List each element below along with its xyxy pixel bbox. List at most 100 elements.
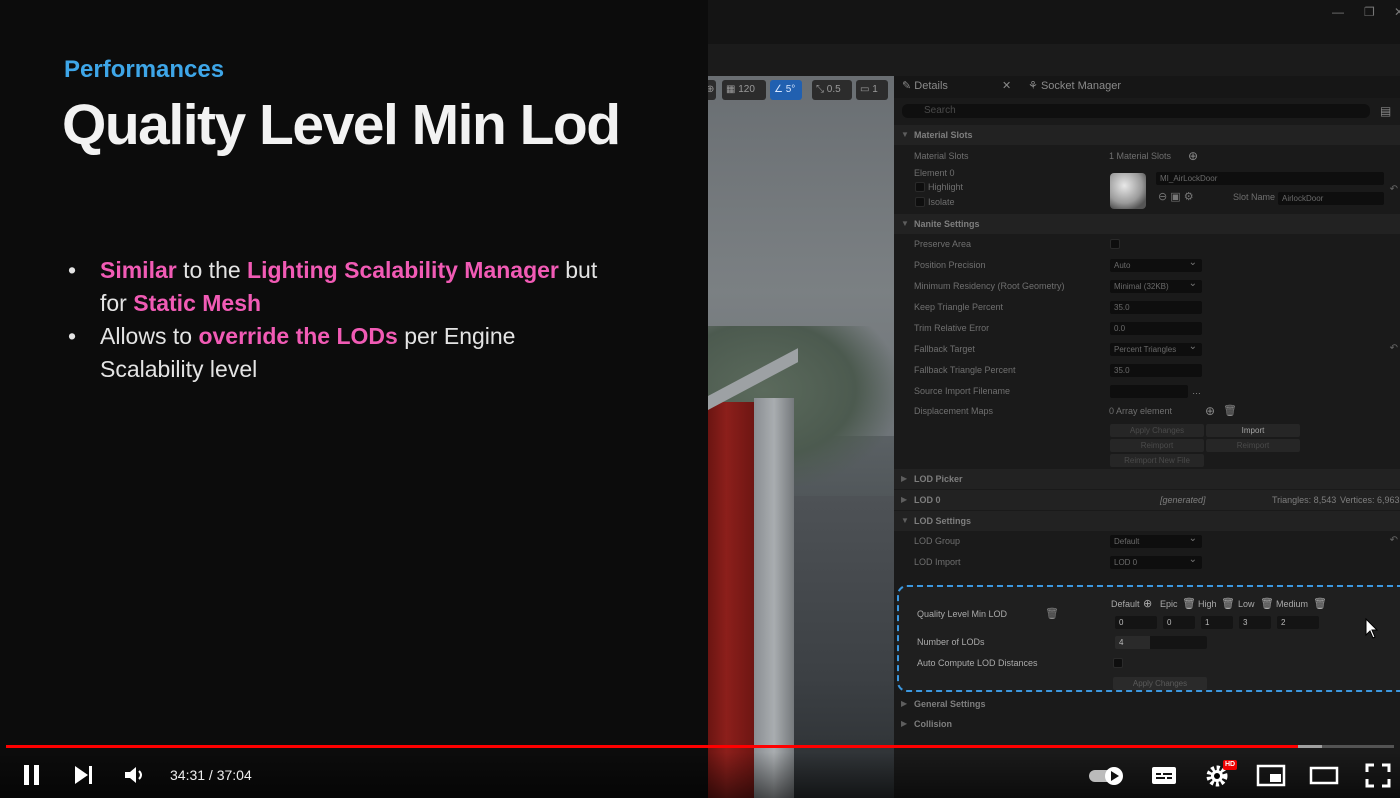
property-matrix-icon[interactable]: ▤ xyxy=(1380,104,1391,118)
quality-high-field[interactable]: 1 xyxy=(1201,616,1233,629)
trash-icon[interactable]: 🗑 xyxy=(1260,597,1274,610)
viewport-door-frame xyxy=(754,398,794,798)
material-actions: ⊖ ▣ ⚙ xyxy=(1158,190,1194,203)
category-label: Collision xyxy=(914,719,952,729)
position-precision-dropdown[interactable]: Auto xyxy=(1110,256,1202,272)
slide-title: Quality Level Min Lod xyxy=(62,93,621,157)
grid-icon: ▦ xyxy=(726,84,736,95)
options-icon[interactable]: ⚙ xyxy=(1184,191,1194,203)
category-label: LOD Picker xyxy=(914,474,963,484)
snap-icon[interactable]: ⊕ xyxy=(708,80,716,100)
trash-icon[interactable]: 🗑 xyxy=(1313,597,1327,610)
category-lod-picker[interactable]: ▶ LOD Picker xyxy=(894,469,1400,489)
browse-icon[interactable]: ▣ xyxy=(1170,191,1180,203)
auto-compute-checkbox[interactable] xyxy=(1113,658,1123,668)
category-nanite-settings[interactable]: ▼ Nanite Settings xyxy=(894,214,1400,234)
category-lod-0[interactable]: ▶ LOD 0 [generated] Triangles: 8,543 Vert… xyxy=(894,490,1400,510)
browse-dots-icon[interactable]: … xyxy=(1192,381,1201,401)
bullet-fragment: Scalability level xyxy=(100,356,258,382)
property-label: Source Import Filename xyxy=(914,386,1011,396)
fallback-target-dropdown[interactable]: Percent Triangles xyxy=(1110,340,1202,356)
trash-icon[interactable]: 🗑 xyxy=(1223,401,1237,421)
quality-header-default: Default xyxy=(1111,599,1140,609)
property-row: Keep Triangle Percent 35.0 xyxy=(894,297,1400,317)
angle-icon: ∠ xyxy=(774,84,783,95)
property-row: LOD Group Default ↶ xyxy=(894,531,1400,551)
category-lod-settings[interactable]: ▼ LOD Settings xyxy=(894,511,1400,531)
category-label: Nanite Settings xyxy=(914,219,980,229)
isolate-checkbox[interactable] xyxy=(915,197,925,207)
reimport-new-file-button[interactable]: Reimport New File xyxy=(1110,454,1204,467)
subtitles-button[interactable] xyxy=(1150,762,1178,788)
reset-icon[interactable]: ↶ xyxy=(1390,531,1398,551)
window-titlebar: — ❐ ✕ xyxy=(708,0,1400,44)
apply-changes-button[interactable]: Apply Changes xyxy=(1110,424,1204,437)
min-residency-dropdown[interactable]: Minimal (32KB) xyxy=(1110,277,1202,293)
angle-snap-button[interactable]: ∠ 5° xyxy=(770,80,802,100)
add-quality-icon[interactable]: ⊕ xyxy=(1143,597,1152,610)
number-of-lods-field[interactable]: 4 xyxy=(1115,636,1207,649)
add-element-icon[interactable]: ⊕ xyxy=(1205,401,1215,421)
progress-played xyxy=(6,745,1299,748)
trim-relative-error-field[interactable]: 0.0 xyxy=(1110,322,1202,335)
tab-socket-manager[interactable]: ⚘ Socket Manager xyxy=(1028,79,1121,92)
quality-low-field[interactable]: 3 xyxy=(1239,616,1271,629)
tab-socket-manager-label: Socket Manager xyxy=(1040,80,1122,92)
lod-import-dropdown[interactable]: LOD 0 xyxy=(1110,553,1202,569)
3d-viewport[interactable]: ⊕ ▦ 120 ∠ 5° ⤡ 0.5 ▭ 1 xyxy=(708,76,894,798)
quality-default-field[interactable]: 0 xyxy=(1115,616,1157,629)
property-label: Number of LODs xyxy=(917,637,985,647)
category-label: General Settings xyxy=(914,699,986,709)
preserve-area-checkbox[interactable] xyxy=(1110,239,1120,249)
maximize-icon[interactable]: ❐ xyxy=(1364,5,1375,19)
volume-button[interactable] xyxy=(122,762,148,788)
quality-medium-field[interactable]: 2 xyxy=(1277,616,1319,629)
property-label: Quality Level Min LOD xyxy=(917,609,1008,619)
category-label: LOD Settings xyxy=(914,516,972,526)
import-button[interactable]: Import xyxy=(1206,424,1300,437)
trash-icon[interactable]: 🗑 xyxy=(1045,604,1059,624)
category-general-settings[interactable]: ▶ General Settings xyxy=(894,694,1400,714)
fullscreen-button[interactable] xyxy=(1364,762,1392,788)
use-selected-icon[interactable]: ⊖ xyxy=(1158,191,1167,203)
material-thumbnail[interactable] xyxy=(1110,173,1146,209)
trash-icon[interactable]: 🗑 xyxy=(1182,597,1196,610)
close-window-icon[interactable]: ✕ xyxy=(1394,5,1400,19)
reimport-button-2[interactable]: Reimport xyxy=(1206,439,1300,452)
apply-changes-button[interactable]: Apply Changes xyxy=(1113,677,1207,690)
autoplay-toggle[interactable] xyxy=(1088,762,1128,788)
scale-snap-value: 0.5 xyxy=(826,84,841,95)
category-material-slots[interactable]: ▼ Material Slots xyxy=(894,125,1400,145)
highlight-checkbox[interactable] xyxy=(915,182,925,192)
quality-header-high: High xyxy=(1198,599,1217,609)
theater-mode-button[interactable] xyxy=(1309,762,1339,788)
source-import-field[interactable] xyxy=(1110,385,1188,398)
pause-button[interactable] xyxy=(20,762,44,788)
keep-triangle-percent-field[interactable]: 35.0 xyxy=(1110,301,1202,314)
camera-speed-button[interactable]: ▭ 1 xyxy=(856,80,888,100)
tab-details[interactable]: ✎ Details xyxy=(902,79,948,92)
close-tab-icon[interactable]: ✕ xyxy=(1002,79,1011,92)
slot-name-field[interactable]: AirlockDoor xyxy=(1278,192,1384,205)
reimport-button[interactable]: Reimport xyxy=(1110,439,1204,452)
scale-snap-button[interactable]: ⤡ 0.5 xyxy=(812,80,852,100)
grid-snap-value: 120 xyxy=(738,84,755,95)
material-picker[interactable]: MI_AirLockDoor xyxy=(1156,172,1384,185)
progress-bar[interactable] xyxy=(6,745,1394,748)
reset-icon[interactable]: ↶ xyxy=(1390,184,1398,195)
trash-icon[interactable]: 🗑 xyxy=(1221,597,1235,610)
details-search-input[interactable]: Search xyxy=(902,104,1370,118)
quality-epic-field[interactable]: 0 xyxy=(1163,616,1195,629)
lod-group-dropdown[interactable]: Default xyxy=(1110,532,1202,548)
fallback-triangle-percent-field[interactable]: 35.0 xyxy=(1110,364,1202,377)
category-collision[interactable]: ▶ Collision xyxy=(894,714,1400,734)
miniplayer-button[interactable] xyxy=(1256,762,1286,788)
next-button[interactable] xyxy=(72,762,96,788)
reset-icon[interactable]: ↶ xyxy=(1390,339,1398,359)
minimize-icon[interactable]: — xyxy=(1332,5,1344,19)
collapse-arrow-icon: ▶ xyxy=(901,719,908,728)
hd-badge: HD xyxy=(1223,760,1238,770)
property-label: Fallback Triangle Percent xyxy=(914,365,1016,375)
expand-arrow-icon: ▼ xyxy=(901,516,909,525)
grid-snap-button[interactable]: ▦ 120 xyxy=(722,80,766,100)
